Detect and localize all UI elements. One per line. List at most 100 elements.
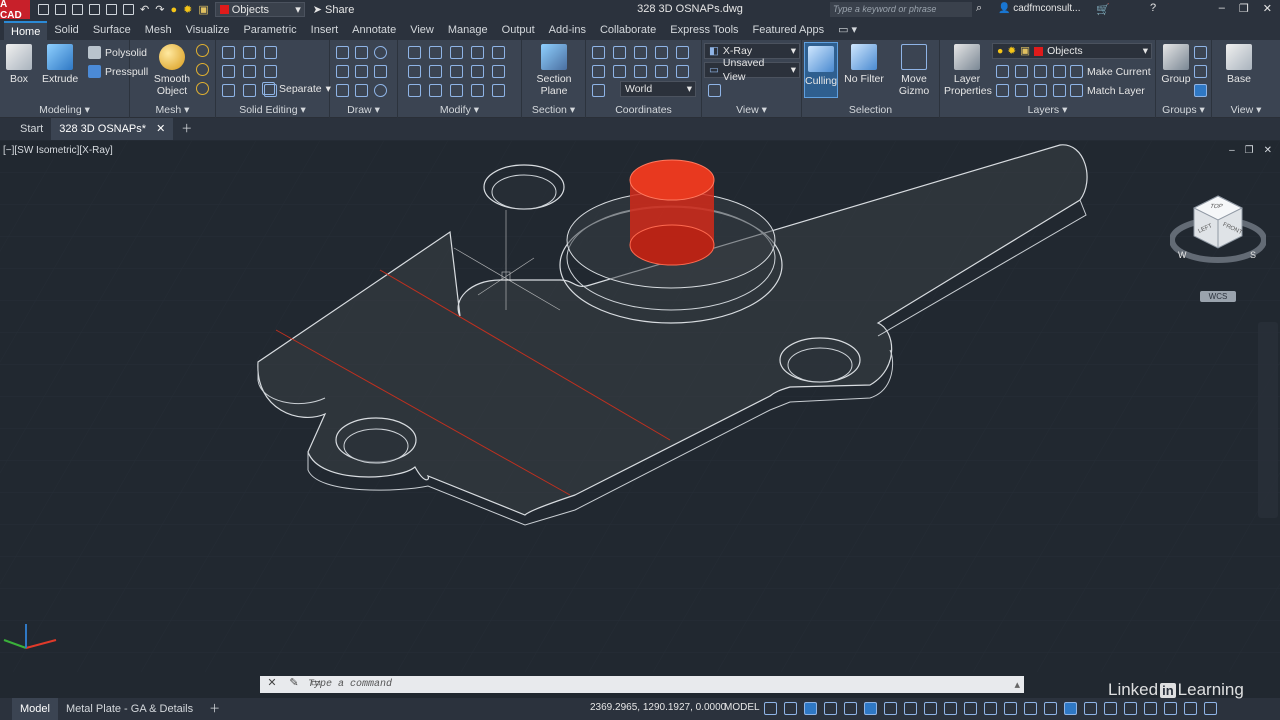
hardware-acceleration-icon[interactable] bbox=[1164, 702, 1177, 715]
layer-lock-tool-icon[interactable] bbox=[1053, 65, 1066, 78]
tab-model[interactable]: Model bbox=[12, 698, 58, 720]
chevron-up-icon[interactable]: ▴ bbox=[1014, 678, 1020, 691]
mesh-refine-icon[interactable] bbox=[196, 82, 209, 95]
circle-icon[interactable] bbox=[374, 46, 387, 59]
panel-title-solid-editing[interactable]: Solid Editing ▾ bbox=[216, 104, 329, 116]
ucs-z-icon[interactable] bbox=[676, 46, 689, 59]
viewcube[interactable]: TOP LEFT FRONT W S bbox=[1169, 192, 1267, 274]
panel-title-view-base[interactable]: View ▾ bbox=[1212, 104, 1280, 116]
panel-title-draw[interactable]: Draw ▾ bbox=[330, 104, 397, 116]
navigation-bar[interactable] bbox=[1258, 322, 1278, 518]
annotation-visibility-icon[interactable] bbox=[1024, 702, 1037, 715]
transparency-icon[interactable] bbox=[904, 702, 917, 715]
dynamic-ucs-icon[interactable] bbox=[964, 702, 977, 715]
panel-title-section[interactable]: Section ▾ bbox=[522, 104, 585, 116]
model-canvas[interactable] bbox=[0, 140, 1280, 672]
ucs-y-icon[interactable] bbox=[655, 46, 668, 59]
sun-icon[interactable]: ✹ bbox=[183, 3, 192, 16]
tab-manage[interactable]: Manage bbox=[441, 21, 495, 40]
redo-icon[interactable]: ↷ bbox=[155, 3, 164, 16]
layer-off-icon[interactable] bbox=[996, 65, 1009, 78]
smooth-object-button[interactable]: Smooth Object bbox=[152, 44, 192, 97]
help-icon[interactable]: ? bbox=[1150, 2, 1156, 14]
maximize-icon[interactable]: ❐ bbox=[1239, 2, 1249, 15]
wcs-menu[interactable]: WCS bbox=[1200, 291, 1236, 302]
layer-properties-button[interactable]: Layer Properties bbox=[944, 44, 992, 97]
move-gizmo-button[interactable]: Move Gizmo bbox=[894, 44, 934, 97]
subtract-icon[interactable] bbox=[243, 46, 256, 59]
arc-icon[interactable] bbox=[355, 46, 368, 59]
base-button[interactable]: Base bbox=[1222, 44, 1256, 85]
tab-view[interactable]: View bbox=[403, 21, 441, 40]
new-tab-button[interactable]: ＋ bbox=[173, 118, 200, 140]
panel-title-layers[interactable]: Layers ▾ bbox=[940, 104, 1155, 116]
ortho-icon[interactable] bbox=[804, 702, 817, 715]
saved-view-combo[interactable]: ▭ Unsaved View ▾ bbox=[704, 57, 800, 83]
ucs-view-icon[interactable] bbox=[592, 65, 605, 78]
print-icon[interactable] bbox=[123, 4, 134, 15]
move-icon[interactable] bbox=[450, 46, 463, 59]
section-plane-button[interactable]: Section Plane bbox=[532, 44, 576, 97]
interfere-icon[interactable] bbox=[222, 65, 235, 78]
group-selection-icon[interactable] bbox=[1194, 84, 1207, 97]
intersect-icon[interactable] bbox=[264, 46, 277, 59]
join-icon[interactable] bbox=[492, 65, 505, 78]
search-input[interactable]: Type a keyword or phrase bbox=[830, 2, 972, 17]
thicken-icon[interactable] bbox=[264, 65, 277, 78]
union-icon[interactable] bbox=[222, 46, 235, 59]
ucs-face-icon[interactable] bbox=[634, 65, 647, 78]
tab-active-drawing[interactable]: 328 3D OSNAPs* ✕ bbox=[51, 118, 174, 140]
tab-output[interactable]: Output bbox=[495, 21, 542, 40]
ucs-origin-icon[interactable] bbox=[613, 46, 626, 59]
command-line[interactable]: Type a command ▴ bbox=[260, 676, 1024, 693]
new-layout-button[interactable]: ＋ bbox=[201, 698, 228, 720]
share-button[interactable]: ➤ Share bbox=[313, 3, 355, 16]
snap-icon[interactable] bbox=[784, 702, 797, 715]
user-account[interactable]: 👤 cadfmconsult... bbox=[998, 3, 1081, 14]
polyline-icon[interactable] bbox=[336, 65, 349, 78]
isolate-objects-icon[interactable] bbox=[1144, 702, 1157, 715]
tab-parametric[interactable]: Parametric bbox=[236, 21, 303, 40]
customize-icon[interactable]: ✎ bbox=[284, 676, 304, 689]
layer-unisolate-icon[interactable] bbox=[1015, 84, 1028, 97]
line-icon[interactable] bbox=[336, 46, 349, 59]
erase-icon[interactable] bbox=[471, 84, 484, 97]
otrack-icon[interactable] bbox=[864, 702, 877, 715]
panel-title-groups[interactable]: Groups ▾ bbox=[1156, 104, 1211, 116]
panel-title-coordinates[interactable]: Coordinates bbox=[586, 104, 701, 116]
scale-icon[interactable] bbox=[429, 46, 442, 59]
no-filter-button[interactable]: No Filter bbox=[844, 44, 884, 85]
lock-icon[interactable]: ▣ bbox=[198, 3, 208, 16]
break-icon[interactable] bbox=[492, 84, 505, 97]
selection-cycling-icon[interactable] bbox=[924, 702, 937, 715]
drawing-viewport[interactable]: [−][SW Isometric][X-Ray] – ❐ ✕ bbox=[0, 140, 1280, 672]
extrude-button[interactable]: Extrude bbox=[42, 44, 78, 85]
new-file-icon[interactable] bbox=[38, 4, 49, 15]
slice-icon[interactable] bbox=[243, 65, 256, 78]
layer-isolate-icon[interactable] bbox=[1015, 65, 1028, 78]
tab-layout[interactable]: Metal Plate - GA & Details bbox=[58, 698, 201, 720]
ucs-3point-icon[interactable] bbox=[655, 65, 668, 78]
polar-icon[interactable] bbox=[824, 702, 837, 715]
3d-osnap-icon[interactable] bbox=[944, 702, 957, 715]
gizmo-toggle-icon[interactable] bbox=[1004, 702, 1017, 715]
minimize-icon[interactable]: – bbox=[1219, 2, 1225, 15]
tab-mesh[interactable]: Mesh bbox=[138, 21, 179, 40]
panel-title-view[interactable]: View ▾ bbox=[702, 104, 801, 116]
search-icon[interactable]: ⌕ bbox=[976, 2, 982, 15]
group-edit-icon[interactable] bbox=[1194, 65, 1207, 78]
tab-annotate[interactable]: Annotate bbox=[345, 21, 403, 40]
save-as-icon[interactable] bbox=[89, 4, 100, 15]
ucs-icon[interactable] bbox=[592, 46, 605, 59]
tab-collaborate[interactable]: Collaborate bbox=[593, 21, 663, 40]
3d-align-icon[interactable] bbox=[471, 65, 484, 78]
ribbon-options-icon[interactable]: ▭ ▾ bbox=[831, 21, 864, 40]
rotate-icon[interactable] bbox=[450, 65, 463, 78]
open-file-icon[interactable] bbox=[55, 4, 66, 15]
units-icon[interactable] bbox=[1104, 702, 1117, 715]
layer-freeze-icon[interactable] bbox=[1034, 65, 1047, 78]
osnap-icon[interactable] bbox=[844, 702, 857, 715]
web-save-icon[interactable] bbox=[106, 4, 117, 15]
mesh-smooth-icon[interactable] bbox=[196, 63, 209, 76]
panel-title-modeling[interactable]: Modeling ▾ bbox=[0, 104, 129, 116]
